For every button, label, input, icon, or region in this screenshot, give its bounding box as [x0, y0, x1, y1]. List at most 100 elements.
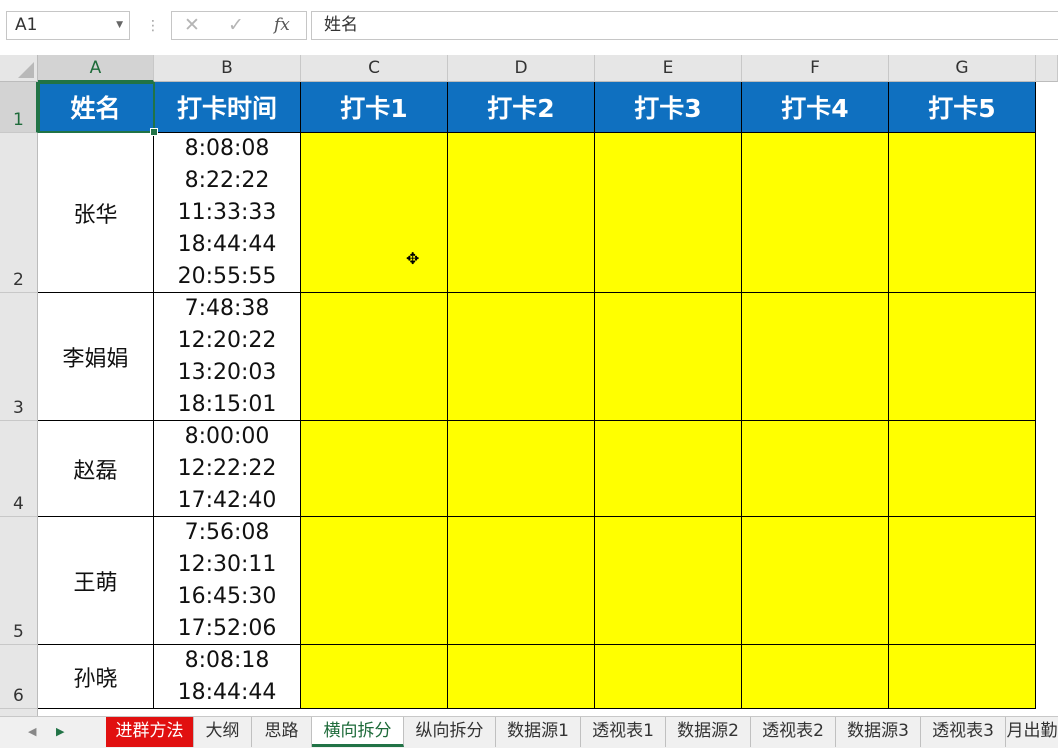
sheet-tab[interactable]: 数据源3 — [836, 717, 921, 747]
insert-function-icon[interactable]: fx — [274, 12, 290, 39]
sheet-tab[interactable]: 透视表2 — [751, 717, 836, 747]
time-value: 8:22:22 — [184, 167, 270, 193]
sheet-tab[interactable]: 透视表3 — [921, 717, 1006, 747]
time-cell[interactable]: 7:48:38 12:20:22 13:20:03 18:15:01 — [154, 293, 301, 421]
time-value: 16:45:30 — [177, 583, 277, 609]
punch-cell[interactable] — [448, 517, 595, 645]
time-value: 17:52:06 — [177, 615, 277, 641]
row-header-1[interactable]: 1 — [0, 82, 38, 133]
name-cell[interactable]: 张华 — [38, 133, 154, 293]
scroll-right-icon[interactable]: ▶ — [56, 725, 64, 738]
scroll-left-icon[interactable]: ◀ — [28, 725, 36, 738]
header-cell-punch-time[interactable]: 打卡时间 — [154, 82, 301, 133]
column-header-a[interactable]: A — [38, 55, 154, 82]
punch-cell[interactable] — [595, 517, 742, 645]
time-value: 18:44:44 — [177, 231, 277, 257]
punch-cell[interactable] — [742, 293, 889, 421]
punch-cell[interactable] — [448, 645, 595, 709]
punch-cell[interactable] — [595, 421, 742, 517]
sheet-tab[interactable]: 透视表1 — [581, 717, 666, 747]
time-cell[interactable]: 7:56:08 12:30:11 16:45:30 17:52:06 — [154, 517, 301, 645]
column-header-b[interactable]: B — [154, 55, 301, 82]
punch-cell[interactable] — [448, 421, 595, 517]
punch-cell[interactable] — [889, 645, 1036, 709]
punch-cell[interactable] — [742, 421, 889, 517]
time-value: 11:33:33 — [177, 199, 277, 225]
time-cell[interactable]: 8:00:00 12:22:22 17:42:40 — [154, 421, 301, 517]
cancel-icon[interactable]: ✕ — [184, 12, 200, 39]
header-cell-punch-1[interactable]: 打卡1 — [301, 82, 448, 133]
row-header-6[interactable]: 6 — [0, 645, 38, 709]
punch-cell[interactable] — [742, 645, 889, 709]
punch-cell[interactable] — [301, 293, 448, 421]
chevron-down-icon[interactable]: ▼ — [116, 12, 123, 39]
formula-buttons: ✕ ✓ fx — [171, 11, 307, 40]
punch-cell[interactable] — [595, 645, 742, 709]
punch-cell[interactable] — [301, 517, 448, 645]
name-cell[interactable]: 赵磊 — [38, 421, 154, 517]
sheet-tab[interactable]: 月出勤 — [1006, 717, 1058, 747]
time-value: 18:44:44 — [177, 679, 277, 705]
punch-cell[interactable] — [889, 421, 1036, 517]
name-box[interactable]: A1 ▼ — [6, 11, 130, 40]
name-cell[interactable]: 李娟娟 — [38, 293, 154, 421]
sheet-tab[interactable]: 大纲 — [194, 717, 252, 747]
time-value: 8:08:18 — [184, 647, 270, 673]
sheet-tab[interactable]: 纵向拆分 — [404, 717, 496, 747]
punch-cell[interactable] — [301, 133, 448, 293]
column-header-e[interactable]: E — [595, 55, 742, 82]
punch-cell[interactable] — [448, 133, 595, 293]
row-header-4[interactable]: 4 — [0, 421, 38, 517]
sheet-tab[interactable]: 进群方法 — [106, 717, 194, 747]
select-all-button[interactable] — [0, 55, 38, 82]
punch-cell[interactable] — [889, 133, 1036, 293]
row-header-2[interactable]: 2 — [0, 133, 38, 293]
punch-cell[interactable] — [448, 293, 595, 421]
punch-cell[interactable] — [301, 645, 448, 709]
punch-cell[interactable] — [742, 517, 889, 645]
header-cell-name[interactable]: 姓名 — [38, 82, 154, 133]
header-cell-punch-4[interactable]: 打卡4 — [742, 82, 889, 133]
time-value: 8:08:08 — [184, 135, 270, 161]
punch-cell[interactable] — [301, 421, 448, 517]
punch-cell[interactable] — [889, 517, 1036, 645]
name-cell[interactable]: 王萌 — [38, 517, 154, 645]
formula-bar: A1 ▼ ⋮ ✕ ✓ fx 姓名 — [0, 0, 1058, 54]
column-header-h[interactable] — [1036, 55, 1058, 82]
time-value: 18:15:01 — [177, 391, 277, 417]
time-value: 12:20:22 — [177, 327, 277, 353]
time-value: 12:22:22 — [177, 455, 277, 481]
time-cell[interactable]: 8:08:08 8:22:22 11:33:33 18:44:44 20:55:… — [154, 133, 301, 293]
header-cell-punch-3[interactable]: 打卡3 — [595, 82, 742, 133]
drag-handle-icon[interactable]: ⋮ — [146, 16, 160, 36]
header-cell-punch-2[interactable]: 打卡2 — [448, 82, 595, 133]
row-header-3[interactable]: 3 — [0, 293, 38, 421]
row-header-5[interactable]: 5 — [0, 517, 38, 645]
name-cell[interactable]: 孙晓 — [38, 645, 154, 709]
cell-cursor-icon: ✥ — [406, 249, 420, 268]
enter-icon[interactable]: ✓ — [228, 12, 244, 39]
time-cell[interactable]: 8:08:18 18:44:44 — [154, 645, 301, 709]
punch-cell[interactable] — [595, 293, 742, 421]
time-value: 17:42:40 — [177, 487, 277, 513]
sheet-tab[interactable]: 数据源1 — [496, 717, 581, 747]
sheet-tab[interactable]: 数据源2 — [666, 717, 751, 747]
column-header-f[interactable]: F — [742, 55, 889, 82]
punch-cell[interactable] — [595, 133, 742, 293]
formula-input[interactable]: 姓名 — [311, 11, 1058, 40]
sheet-tab[interactable]: 思路 — [252, 717, 312, 747]
header-cell-punch-5[interactable]: 打卡5 — [889, 82, 1036, 133]
column-header-g[interactable]: G — [889, 55, 1036, 82]
column-header-d[interactable]: D — [448, 55, 595, 82]
name-box-value: A1 — [15, 15, 38, 35]
punch-cell[interactable] — [889, 293, 1036, 421]
column-header-c[interactable]: C — [301, 55, 448, 82]
sheet-tab-active[interactable]: 横向拆分 — [312, 717, 404, 747]
punch-cell[interactable] — [742, 133, 889, 293]
time-value: 8:00:00 — [184, 423, 270, 449]
time-value: 20:55:55 — [177, 263, 277, 289]
time-value: 7:56:08 — [184, 519, 270, 545]
time-value: 7:48:38 — [184, 295, 270, 321]
time-value: 13:20:03 — [177, 359, 277, 385]
fill-handle[interactable] — [150, 128, 158, 136]
